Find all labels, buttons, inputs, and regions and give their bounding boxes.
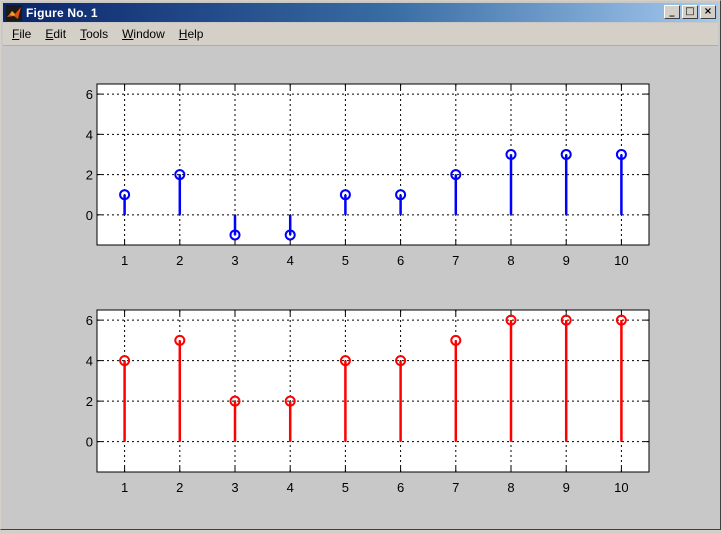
figure-plots: 1 2 3 4 5 6 7 8 9 10 0 2 4 6 1 2 3 4 5 6 7 8 9 10 0 2 4 6 <box>86 83 650 495</box>
axes-1-xtick-label: 6 <box>397 253 404 268</box>
axes-2-ytick-label: 0 <box>86 435 93 450</box>
axes-1-ytick-label: 4 <box>86 127 93 142</box>
figure-window: Figure No. 1 _ □ × File Edit Tools Windo… <box>0 0 721 530</box>
axes-2-ytick-label: 6 <box>86 313 93 328</box>
close-button[interactable]: × <box>700 5 716 19</box>
axes-2-xtick-label: 3 <box>231 480 238 495</box>
minimize-button[interactable]: _ <box>664 5 680 19</box>
axes-1-xtick-label: 2 <box>176 253 183 268</box>
axes-2-xtick-label: 1 <box>121 480 128 495</box>
menu-window[interactable]: Window <box>115 23 172 45</box>
axes-1-xtick-label: 1 <box>121 253 128 268</box>
window-controls: _ □ × <box>662 5 716 19</box>
axes-2-xtick-label: 4 <box>287 480 294 495</box>
axes-1-ytick-label: 2 <box>86 168 93 183</box>
axes-1-xtick-label: 8 <box>507 253 514 268</box>
menu-window-mnemonic: W <box>122 27 134 41</box>
axes-2-xtick-label: 9 <box>563 480 570 495</box>
menu-edit-label: dit <box>53 27 67 41</box>
axes-1-xtick-label: 5 <box>342 253 349 268</box>
axes-2-ytick-label: 2 <box>86 394 93 409</box>
axes-1-ytick-label: 0 <box>86 208 93 223</box>
menu-tools[interactable]: Tools <box>73 23 115 45</box>
maximize-button[interactable]: □ <box>682 5 698 19</box>
figure-canvas: 1 2 3 4 5 6 7 8 9 10 0 2 4 6 1 2 3 4 5 6 7 8 9 10 0 2 4 6 <box>3 46 718 527</box>
axes-1-xtick-label: 7 <box>452 253 459 268</box>
menu-help[interactable]: Help <box>172 23 211 45</box>
axes-1-xtick-label: 9 <box>563 253 570 268</box>
menu-tools-label: ools <box>86 27 109 41</box>
axes-2-xtick-label: 6 <box>397 480 404 495</box>
axes-2-xtick-label: 7 <box>452 480 459 495</box>
menu-file-label: ile <box>19 27 32 41</box>
axes-1-xtick-label: 10 <box>614 253 628 268</box>
menu-file[interactable]: File <box>3 23 38 45</box>
menu-help-label: elp <box>187 27 204 41</box>
menu-edit[interactable]: Edit <box>38 23 73 45</box>
matlab-logo-icon[interactable] <box>6 4 22 21</box>
axes-2-xtick-label: 10 <box>614 480 628 495</box>
axes-2-xtick-label: 5 <box>342 480 349 495</box>
axes-1-xtick-label: 3 <box>231 253 238 268</box>
window-title: Figure No. 1 <box>26 5 98 20</box>
axes-2-xtick-label: 8 <box>507 480 514 495</box>
menu-bar: File Edit Tools Window Help <box>3 23 718 46</box>
axes-2-xtick-label: 2 <box>176 480 183 495</box>
axes-1-ytick-label: 6 <box>86 87 93 102</box>
menu-window-label: indow <box>133 27 165 41</box>
axes-1-xtick-label: 4 <box>287 253 294 268</box>
title-bar[interactable]: Figure No. 1 _ □ × <box>3 3 718 22</box>
axes-2-ytick-label: 4 <box>86 354 93 369</box>
